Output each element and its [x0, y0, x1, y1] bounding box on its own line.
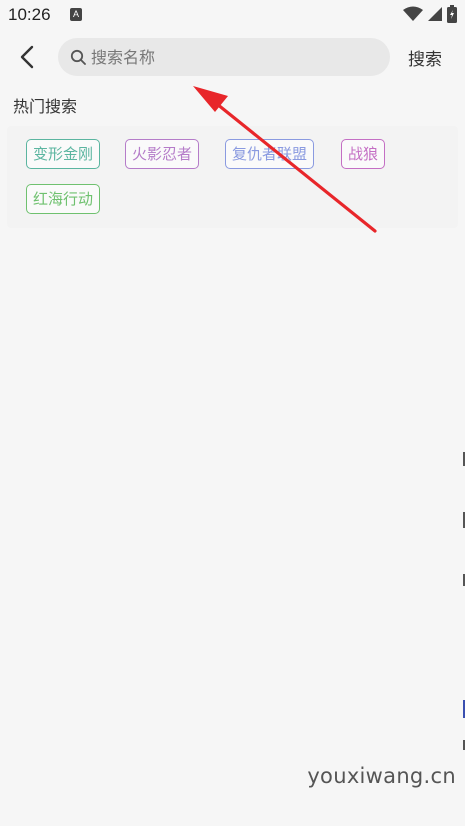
hot-tag-avengers[interactable]: 复仇者联盟 — [225, 139, 315, 169]
hot-search-title: 热门搜索 — [13, 97, 78, 116]
wifi-icon — [403, 6, 423, 26]
hot-tag-transformers[interactable]: 变形金刚 — [26, 139, 101, 169]
chevron-left-icon — [20, 45, 34, 69]
search-box[interactable] — [58, 38, 390, 76]
status-time: 10:26 — [8, 5, 51, 24]
search-button[interactable]: 搜索 — [408, 45, 442, 70]
hot-tag-naruto[interactable]: 火影忍者 — [125, 139, 200, 169]
status-bar: 10:26 A — [0, 0, 465, 32]
battery-icon — [447, 5, 457, 27]
screen: 10:26 A 搜索 热门搜索 变形金刚 火影忍者 — [0, 0, 465, 826]
search-header: 搜索 — [0, 36, 465, 78]
status-icons — [403, 5, 457, 27]
annotation-arrow — [193, 86, 377, 233]
search-input[interactable] — [89, 46, 373, 68]
hot-search-panel: 变形金刚 火影忍者 复仇者联盟 战狼 红海行动 — [7, 126, 458, 228]
back-button[interactable] — [12, 42, 42, 72]
hot-tag-wolf-warrior[interactable]: 战狼 — [341, 139, 386, 169]
search-icon — [69, 48, 87, 66]
signal-icon — [427, 6, 443, 26]
hot-tag-operation-red-sea[interactable]: 红海行动 — [26, 184, 101, 214]
watermark: youxiwang.cn — [307, 764, 456, 788]
notification-icon: A — [70, 8, 82, 21]
